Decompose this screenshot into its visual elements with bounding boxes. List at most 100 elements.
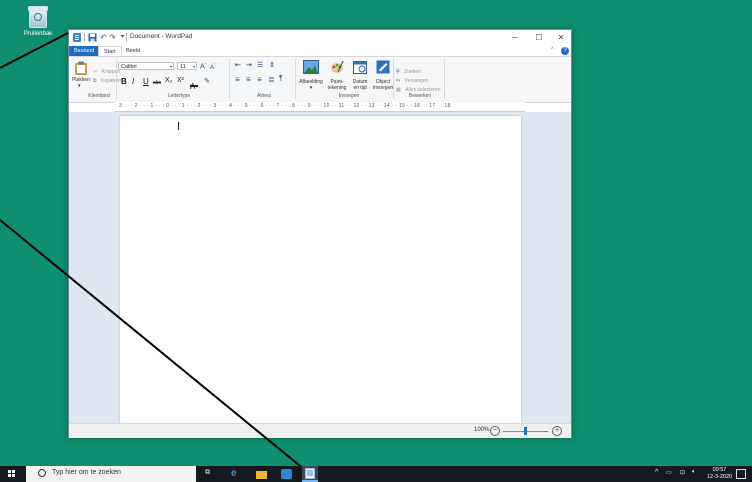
window-title: Document - WordPad — [130, 33, 193, 40]
group-separator — [116, 59, 117, 99]
edge-browser-icon[interactable]: e — [231, 469, 242, 479]
clock-time: 09:57 — [712, 467, 727, 473]
paste-button[interactable]: Plakken ▾ — [72, 60, 90, 90]
ribbon: Plakken ▾ ✂ Knippen ⧉ Kopiëren Klembord … — [69, 56, 571, 103]
paste-dropdown-icon: ▾ — [78, 83, 81, 89]
title-separator — [126, 33, 127, 42]
subscript-button[interactable]: X₂ — [165, 77, 172, 84]
date-time-label: Datum en tijd — [352, 79, 368, 91]
paste-icon — [75, 61, 87, 75]
group-separator — [295, 59, 296, 99]
group-separator — [229, 59, 230, 99]
underline-button[interactable]: U — [143, 77, 149, 86]
chevron-down-icon: ▾ — [192, 64, 195, 69]
paint-drawing-label: Paint-tekening — [327, 79, 347, 91]
undo-icon[interactable]: ↶ — [99, 33, 108, 42]
zoom-level: 100% — [474, 427, 490, 433]
font-size-select[interactable]: 11 ▾ — [177, 62, 197, 70]
clipboard-group-label: Klembord — [88, 93, 110, 99]
task-view-icon[interactable]: ⧉ — [205, 469, 216, 479]
insert-group-label: Invoegen — [338, 93, 360, 99]
tab-start[interactable]: Start — [98, 46, 122, 56]
justify-icon[interactable]: ≣ — [268, 75, 275, 84]
document-page[interactable] — [120, 116, 521, 423]
insert-picture-button[interactable]: Afbeelding ▾ — [298, 60, 324, 91]
search-input[interactable]: Typ hier om te zoeken — [52, 469, 121, 476]
recycle-bin-icon — [28, 6, 48, 28]
align-right-icon[interactable]: ≡ — [257, 75, 262, 84]
chevron-down-icon: ▾ — [309, 85, 313, 91]
document-area[interactable] — [69, 112, 571, 423]
calendar-icon — [353, 61, 367, 74]
highlighter-icon: ✎ — [204, 78, 210, 85]
minimize-button[interactable]: ─ — [504, 31, 526, 44]
tab-view[interactable]: Beeld — [121, 46, 145, 56]
zoom-in-button[interactable]: + — [552, 426, 562, 436]
clock[interactable]: 09:57 12-3-2020 — [707, 467, 732, 481]
font-size-value: 11 — [180, 64, 186, 70]
superscript-button[interactable]: X² — [177, 77, 184, 84]
zoom-slider-thumb[interactable] — [524, 427, 527, 435]
group-separator — [393, 59, 394, 99]
insert-object-label: Object invoegen — [372, 79, 394, 91]
decrease-indent-icon[interactable]: ⇤ — [235, 61, 241, 69]
increase-indent-icon[interactable]: ⇥ — [246, 61, 252, 69]
volume-icon[interactable]: 🔈︎ — [692, 469, 696, 476]
text-color-button[interactable]: A — [190, 76, 202, 91]
ribbon-collapse-icon[interactable]: ^ — [551, 47, 554, 53]
paste-label: Plakken — [72, 77, 90, 83]
ruler-scale: 3 · · · 2 · · · 1 · · · 0 · · · 1 · · · … — [119, 103, 451, 109]
tab-file[interactable]: Bestand — [69, 46, 100, 56]
grow-font-button[interactable]: A^ — [200, 61, 207, 70]
recycle-bin-label: Prullenbak — [23, 31, 53, 37]
strikethrough-button[interactable]: abc — [153, 80, 161, 86]
copy-label: Kopiëren — [101, 78, 122, 84]
notification-icon[interactable] — [736, 469, 746, 479]
search-icon — [38, 469, 46, 477]
start-button[interactable] — [0, 466, 24, 482]
file-explorer-icon[interactable] — [256, 471, 267, 479]
text-caret — [178, 122, 179, 130]
title-bar[interactable]: ↶ ↷ ▾ Document - WordPad ─ ☐ ✕ — [69, 30, 571, 46]
clock-date: 12-3-2020 — [707, 474, 733, 480]
taskbar: Typ hier om te zoeken ⧉ e ^ ▭ ⊡ 🔈︎ 09:57… — [0, 466, 752, 482]
redo-icon[interactable]: ↷ — [108, 33, 117, 42]
chevron-down-icon: ▾ — [169, 64, 172, 69]
windows-logo-icon — [8, 470, 11, 473]
line-spacing-icon[interactable]: ⇕ — [269, 61, 275, 69]
italic-button[interactable]: I — [132, 77, 134, 86]
shrink-font-button[interactable]: Aˇ — [210, 62, 215, 71]
object-icon — [376, 60, 390, 74]
network-icon[interactable]: ▭ — [666, 469, 672, 476]
ruler[interactable]: 3 · · · 2 · · · 1 · · · 0 · · · 1 · · · … — [115, 102, 525, 112]
align-left-icon[interactable]: ≡ — [235, 75, 240, 84]
recycle-bin[interactable]: Prullenbak — [18, 6, 58, 37]
date-time-button[interactable]: Datum en tijd — [349, 60, 371, 91]
zoom-out-button[interactable]: − — [490, 426, 500, 436]
help-icon[interactable]: ? — [561, 47, 569, 55]
paint-icon — [331, 60, 344, 73]
wordpad-app-icon[interactable] — [73, 33, 81, 42]
close-button[interactable]: ✕ — [550, 31, 572, 44]
insert-object-button[interactable]: Object invoegen — [371, 60, 395, 91]
paint-drawing-button[interactable]: Paint-tekening — [325, 60, 349, 91]
wordpad-window: ↶ ↷ ▾ Document - WordPad ─ ☐ ✕ Bestand S… — [68, 29, 572, 438]
wordpad-taskbar-icon[interactable] — [302, 466, 318, 482]
paragraph-group-label: Alinea — [257, 93, 271, 99]
align-center-icon[interactable]: ≡ — [246, 75, 251, 84]
bold-button[interactable]: B — [121, 77, 127, 86]
maximize-button[interactable]: ☐ — [528, 31, 550, 44]
group-separator — [444, 59, 445, 99]
tray-chevron-icon[interactable]: ^ — [655, 469, 658, 476]
save-icon[interactable] — [88, 33, 97, 42]
store-icon[interactable] — [281, 469, 292, 479]
font-family-select[interactable]: Calibri ▾ — [118, 62, 174, 70]
picture-icon — [303, 60, 319, 74]
paragraph-dialog-icon[interactable]: ¶ — [279, 75, 283, 82]
display-icon[interactable]: ⊡ — [680, 469, 685, 476]
font-family-value: Calibri — [121, 64, 137, 70]
ribbon-tabs: Bestand Start Beeld ^ ? — [69, 46, 571, 56]
highlight-button[interactable]: ✎ — [204, 77, 210, 85]
edit-group-label: Bewerken — [408, 93, 432, 99]
bullets-icon[interactable]: ☰ — [257, 61, 263, 69]
